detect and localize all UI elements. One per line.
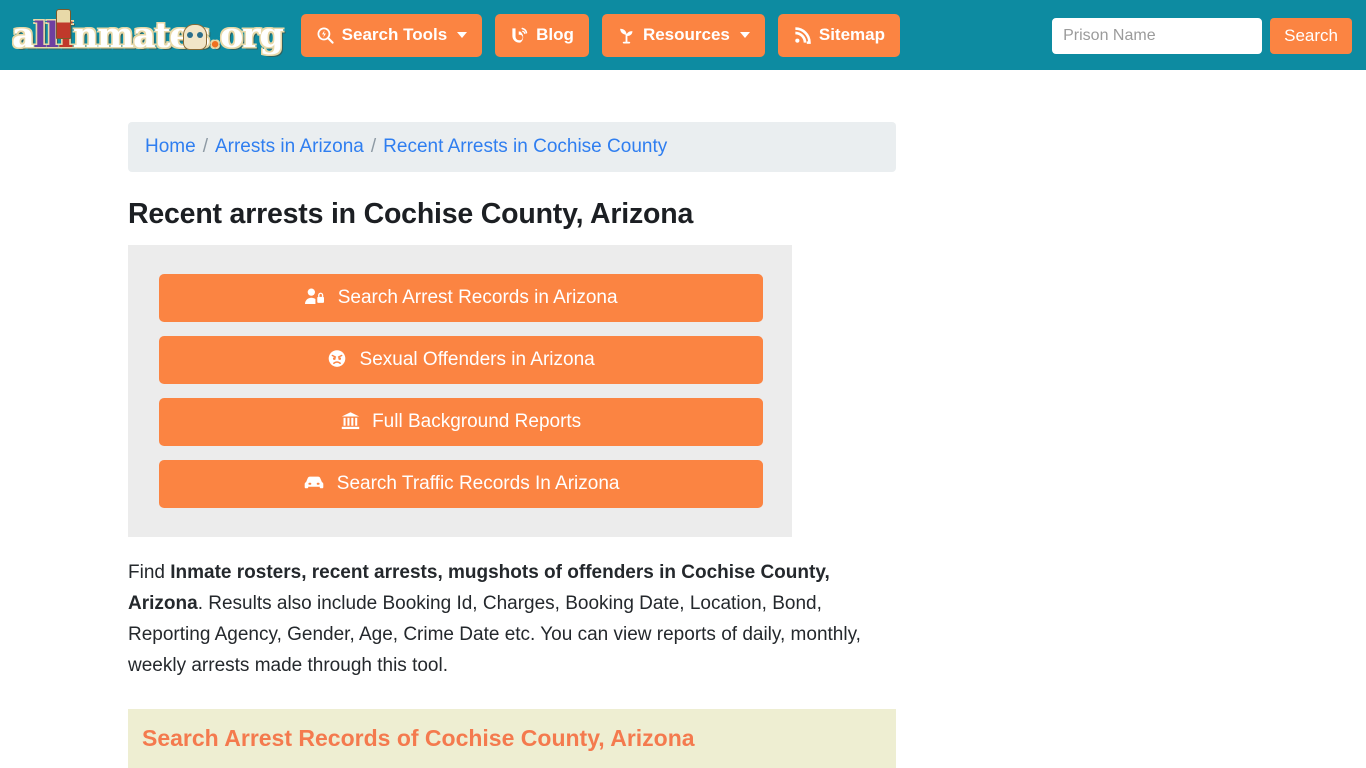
breadcrumb-item-arrests-in-arizona[interactable]: Arrests in Arizona [215,136,364,158]
logo-skull-icon [183,23,207,50]
logo-dot: . [208,14,221,56]
sexual-offenders-button[interactable]: Sexual Offenders in Arizona [159,336,763,384]
intro-paragraph: Find Inmate rosters, recent arrests, mug… [128,557,880,681]
breadcrumb-item-recent-arrests[interactable]: Recent Arrests in Cochise County [383,136,667,158]
rss-icon [793,26,812,45]
primary-navigation: Search Tools Blog Resources Sitemap [300,13,901,57]
nav-label-sitemap: Sitemap [818,25,886,44]
chevron-down-icon [739,32,750,38]
breadcrumb: Home / Arrests in Arizona / Recent Arres… [128,122,896,172]
breadcrumb-item-home[interactable]: Home [145,136,196,158]
logo-letter-a: a [12,14,35,56]
nav-list: Search Tools Blog Resources Sitemap [300,13,901,57]
nav-item-search-tools: Search Tools [300,13,483,57]
user-lock-icon [304,277,325,325]
intro-lead: Find [128,562,171,583]
logo-letter-ll: ll [33,14,58,56]
search-arrest-records-button[interactable]: Search Arrest Records in Arizona [159,274,763,322]
search-input[interactable] [1052,18,1263,54]
action-label: Sexual Offenders in Arizona [359,349,595,370]
nav-button-blog[interactable]: Blog [495,13,589,57]
landmark-icon [341,401,360,449]
content-container: Home / Arrests in Arizona / Recent Arres… [128,122,896,768]
logo-wordmark: allInmates.org [12,8,284,56]
nav-item-sitemap: Sitemap [777,13,901,57]
nav-item-resources: Resources [601,13,765,57]
page-title: Recent arrests in Cochise County, Arizon… [128,198,694,230]
logo-letter-o: o [219,14,243,56]
angry-face-icon [327,339,347,387]
action-label: Search Arrest Records in Arizona [337,287,618,308]
action-buttons-panel: Search Arrest Records in Arizona Sexual … [128,245,792,537]
nav-button-resources[interactable]: Resources [601,13,765,57]
intro-rest: . Results also include Booking Id, Charg… [128,593,861,676]
breadcrumb-separator: / [370,136,377,157]
logo-prisoner-icon [56,8,71,39]
search-traffic-records-button[interactable]: Search Traffic Records In Arizona [159,460,763,508]
search-bolt-icon [316,26,335,45]
nav-button-sitemap[interactable]: Sitemap [777,13,901,57]
site-header: allInmates.org Search Tools [0,0,1366,70]
band-title: Search Arrest Records of Cochise County,… [142,725,695,751]
logo-letters-rg: rg [242,14,284,56]
site-logo[interactable]: allInmates.org [12,8,284,57]
header-search-form: Search [1052,18,1352,54]
chevron-down-icon [457,32,468,38]
page-body: Home / Arrests in Arizona / Recent Arres… [0,70,1366,768]
nav-label-blog: Blog [536,25,574,44]
search-records-band: Search Arrest Records of Cochise County,… [128,709,896,768]
nav-label-search-tools: Search Tools [341,25,448,44]
action-label: Full Background Reports [372,411,582,432]
car-icon [303,463,325,511]
action-label: Search Traffic Records In Arizona [336,473,620,494]
breadcrumb-separator: / [202,136,208,157]
nav-label-resources: Resources [642,25,730,44]
nav-item-blog: Blog [495,13,589,57]
nav-button-search-tools[interactable]: Search Tools [300,13,483,57]
seedling-icon [617,26,636,45]
search-button[interactable]: Search [1270,18,1352,54]
blogger-icon [510,26,529,45]
full-background-reports-button[interactable]: Full Background Reports [159,398,763,446]
